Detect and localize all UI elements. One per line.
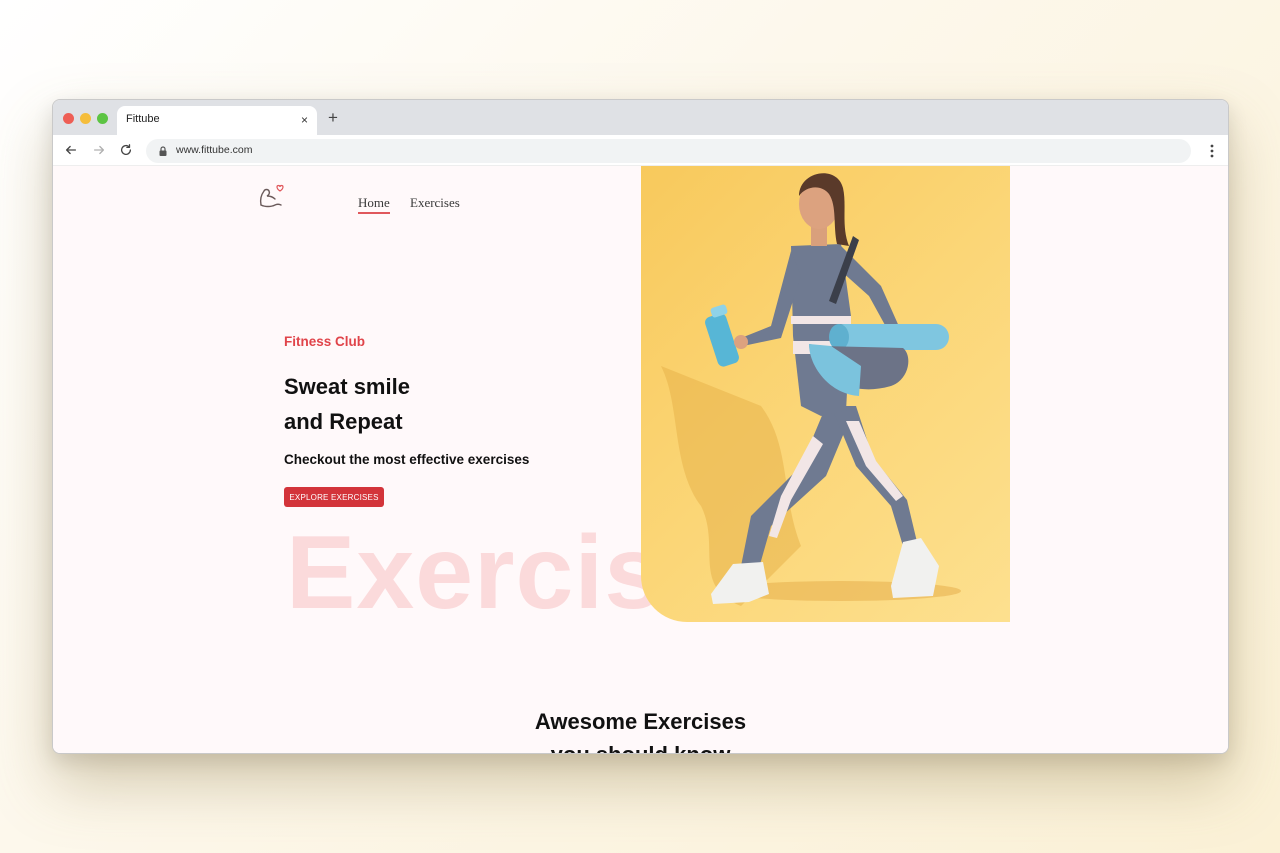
new-tab-button[interactable]: + — [328, 109, 338, 126]
browser-window: Fittube × + www.fittube.com Home Exercis… — [52, 99, 1229, 754]
hero-headline: Sweat smile and Repeat — [284, 369, 604, 439]
address-bar[interactable]: www.fittube.com — [146, 139, 1191, 163]
forward-icon[interactable] — [91, 142, 107, 158]
explore-exercises-button[interactable]: EXPLORE EXERCISES — [284, 487, 384, 507]
headline-line-2: and Repeat — [284, 409, 403, 434]
section-title: Awesome Exercises you should know — [53, 705, 1228, 753]
close-window-button[interactable] — [63, 113, 74, 124]
hero-subtitle: Fitness Club — [284, 334, 366, 349]
headline-line-1: Sweat smile — [284, 374, 410, 399]
hero-banner-image — [641, 166, 1010, 622]
section-title-line-2: you should know — [53, 738, 1228, 753]
menu-icon[interactable] — [1206, 143, 1218, 159]
minimize-window-button[interactable] — [80, 113, 91, 124]
reload-icon[interactable] — [118, 142, 134, 158]
close-tab-icon[interactable]: × — [301, 113, 308, 127]
tab-fittube[interactable]: Fittube × — [117, 106, 317, 135]
nav-home-link[interactable]: Home — [358, 195, 390, 214]
url-text: www.fittube.com — [176, 144, 253, 156]
page-content: Home Exercises Exercis Fitness Club Swea… — [53, 166, 1228, 753]
tab-bar: Fittube × + — [53, 100, 1228, 135]
nav-exercises-link[interactable]: Exercises — [410, 195, 460, 211]
section-title-line-1: Awesome Exercises — [534, 709, 747, 734]
browser-toolbar: www.fittube.com — [53, 135, 1228, 166]
logo-icon[interactable] — [257, 181, 285, 211]
tab-title: Fittube — [126, 113, 160, 125]
maximize-window-button[interactable] — [97, 113, 108, 124]
hero-tagline: Checkout the most effective exercises — [284, 452, 530, 467]
background-watermark: Exercis — [286, 515, 664, 631]
back-icon[interactable] — [63, 142, 79, 158]
lock-icon — [159, 146, 167, 156]
